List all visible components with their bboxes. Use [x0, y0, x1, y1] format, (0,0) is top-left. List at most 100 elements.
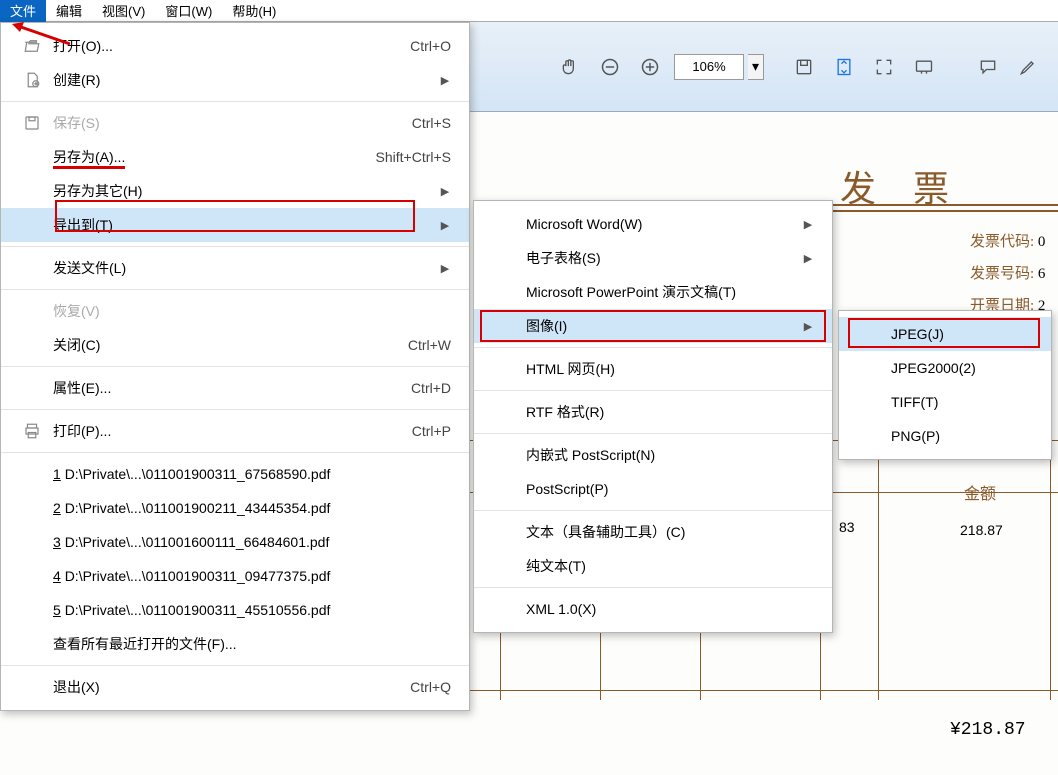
read-mode-icon[interactable] [910, 53, 938, 81]
submenu-powerpoint-label: Microsoft PowerPoint 演示文稿(T) [520, 282, 814, 302]
submenu-word[interactable]: Microsoft Word(W) ▶ [474, 207, 832, 241]
export-submenu: Microsoft Word(W) ▶ 电子表格(S) ▶ Microsoft … [473, 200, 833, 633]
menu-close[interactable]: 关闭(C) Ctrl+W [1, 328, 469, 362]
menu-exit[interactable]: 退出(X) Ctrl+Q [1, 670, 469, 704]
menu-print[interactable]: 打印(P)... Ctrl+P [1, 414, 469, 448]
submenu-jpeg2000[interactable]: JPEG2000(2) [839, 351, 1051, 385]
submenu-arrow-icon: ▶ [802, 320, 814, 333]
zoom-in-icon[interactable] [636, 53, 664, 81]
submenu-text-accessible-label: 文本（具备辅助工具）(C) [520, 522, 814, 542]
submenu-arrow-icon: ▶ [439, 74, 451, 87]
menu-save-as-other-label: 另存为其它(H) [47, 181, 439, 201]
menu-save: 保存(S) Ctrl+S [1, 106, 469, 140]
invoice-code-label: 发票代码: 0 [970, 230, 1045, 251]
submenu-postscript[interactable]: PostScript(P) [474, 472, 832, 506]
menu-recent-2-label: 2 D:\Private\...\011001900211_43445354.p… [47, 500, 451, 516]
zoom-out-icon[interactable] [596, 53, 624, 81]
fit-page-icon[interactable] [830, 53, 858, 81]
menu-recent-2[interactable]: 2 D:\Private\...\011001900211_43445354.p… [1, 491, 469, 525]
menu-recent-5[interactable]: 5 D:\Private\...\011001900311_45510556.p… [1, 593, 469, 627]
menu-exit-label: 退出(X) [47, 677, 410, 697]
invoice-tail-83: 83 [839, 519, 855, 535]
submenu-arrow-icon: ▶ [439, 219, 451, 232]
menu-separator [474, 347, 832, 348]
menu-close-shortcut: Ctrl+W [408, 337, 451, 353]
menu-separator [1, 366, 469, 367]
menu-close-label: 关闭(C) [47, 335, 408, 355]
menu-properties-shortcut: Ctrl+D [411, 380, 451, 396]
submenu-arrow-icon: ▶ [439, 185, 451, 198]
submenu-jpeg[interactable]: JPEG(J) [839, 317, 1051, 351]
file-menu: 打开(O)... Ctrl+O 创建(R) ▶ 保存(S) Ctrl+S 另存为… [0, 22, 470, 711]
zoom-value[interactable]: 106% [674, 54, 744, 80]
submenu-tiff-label: TIFF(T) [885, 394, 1033, 410]
submenu-jpeg2000-label: JPEG2000(2) [885, 360, 1033, 376]
menu-export-to[interactable]: 导出到(T) ▶ [1, 208, 469, 242]
menubar-help[interactable]: 帮助(H) [222, 0, 286, 22]
menubar-view[interactable]: 视图(V) [92, 0, 155, 22]
submenu-powerpoint[interactable]: Microsoft PowerPoint 演示文稿(T) [474, 275, 832, 309]
submenu-rtf[interactable]: RTF 格式(R) [474, 395, 832, 429]
menu-open[interactable]: 打开(O)... Ctrl+O [1, 29, 469, 63]
submenu-png-label: PNG(P) [885, 428, 1033, 444]
zoom-dropdown-icon[interactable]: ▾ [748, 54, 764, 80]
invoice-number-label: 发票号码: 6 [970, 262, 1045, 283]
menu-recent-4[interactable]: 4 D:\Private\...\011001900311_09477375.p… [1, 559, 469, 593]
menu-open-shortcut: Ctrl+O [410, 38, 451, 54]
fullscreen-icon[interactable] [870, 53, 898, 81]
hand-tool-icon[interactable] [556, 53, 584, 81]
menu-save-as[interactable]: 另存为(A)... Shift+Ctrl+S [1, 140, 469, 174]
menu-separator [474, 433, 832, 434]
menu-revert: 恢复(V) [1, 294, 469, 328]
menu-save-as-label: 另存为(A)... [47, 147, 376, 167]
submenu-xml[interactable]: XML 1.0(X) [474, 592, 832, 626]
menu-view-all-recent[interactable]: 查看所有最近打开的文件(F)... [1, 627, 469, 661]
menu-recent-1-label: 1 D:\Private\...\011001900311_67568590.p… [47, 466, 451, 482]
menu-recent-4-label: 4 D:\Private\...\011001900311_09477375.p… [47, 568, 451, 584]
menu-send-file-label: 发送文件(L) [47, 258, 439, 278]
submenu-png[interactable]: PNG(P) [839, 419, 1051, 453]
submenu-arrow-icon: ▶ [439, 262, 451, 275]
submenu-html[interactable]: HTML 网页(H) [474, 352, 832, 386]
submenu-text-accessible[interactable]: 文本（具备辅助工具）(C) [474, 515, 832, 549]
menu-properties-label: 属性(E)... [47, 378, 411, 398]
menubar-edit[interactable]: 编辑 [46, 0, 92, 22]
comment-icon[interactable] [974, 53, 1002, 81]
menu-separator [1, 246, 469, 247]
submenu-tiff[interactable]: TIFF(T) [839, 385, 1051, 419]
save-icon [17, 114, 47, 132]
menu-recent-3[interactable]: 3 D:\Private\...\011001600111_66484601.p… [1, 525, 469, 559]
menubar-file[interactable]: 文件 [0, 0, 46, 22]
submenu-spreadsheet[interactable]: 电子表格(S) ▶ [474, 241, 832, 275]
menu-exit-shortcut: Ctrl+Q [410, 679, 451, 695]
invoice-total: ¥218.87 [950, 720, 1026, 740]
menu-separator [1, 665, 469, 666]
highlight-icon[interactable] [1014, 53, 1042, 81]
menu-separator [474, 587, 832, 588]
submenu-xml-label: XML 1.0(X) [520, 601, 814, 617]
invoice-amount-header: 金额 [930, 480, 1030, 504]
menu-view-all-recent-label: 查看所有最近打开的文件(F)... [47, 634, 451, 654]
file-create-icon [17, 71, 47, 89]
save-icon[interactable] [790, 53, 818, 81]
submenu-rtf-label: RTF 格式(R) [520, 402, 814, 422]
menu-send-file[interactable]: 发送文件(L) ▶ [1, 251, 469, 285]
menu-print-label: 打印(P)... [47, 421, 412, 441]
menu-separator [1, 289, 469, 290]
menu-revert-label: 恢复(V) [47, 301, 451, 321]
menu-save-as-other[interactable]: 另存为其它(H) ▶ [1, 174, 469, 208]
menu-create[interactable]: 创建(R) ▶ [1, 63, 469, 97]
submenu-jpeg-label: JPEG(J) [885, 326, 1033, 342]
submenu-text-plain[interactable]: 纯文本(T) [474, 549, 832, 583]
submenu-html-label: HTML 网页(H) [520, 359, 814, 379]
menu-recent-1[interactable]: 1 D:\Private\...\011001900311_67568590.p… [1, 457, 469, 491]
folder-open-icon [17, 37, 47, 55]
menu-separator [1, 452, 469, 453]
submenu-image[interactable]: 图像(I) ▶ [474, 309, 832, 343]
menu-separator [1, 409, 469, 410]
menubar-window[interactable]: 窗口(W) [155, 0, 222, 22]
menu-properties[interactable]: 属性(E)... Ctrl+D [1, 371, 469, 405]
menu-print-shortcut: Ctrl+P [412, 423, 451, 439]
menu-save-label: 保存(S) [47, 113, 412, 133]
submenu-eps[interactable]: 内嵌式 PostScript(N) [474, 438, 832, 472]
